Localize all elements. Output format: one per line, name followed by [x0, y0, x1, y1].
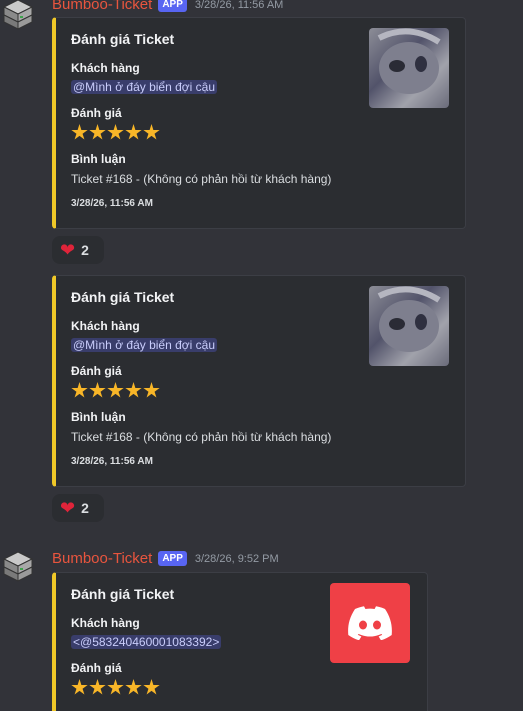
embed-title: Đánh giá Ticket: [71, 31, 175, 47]
heart-icon: ❤: [60, 240, 76, 260]
rating-label: Đánh giá: [71, 661, 122, 675]
avatar[interactable]: [0, 548, 36, 584]
comment-label: Bình luận: [71, 410, 126, 424]
customer-value: @Mình ở đáy biển đợi cậu: [71, 338, 217, 352]
customer-value: <@583240460001083392>: [71, 635, 222, 649]
rating-stars: [71, 124, 160, 141]
star-icon: [71, 382, 88, 398]
app-badge: APP: [158, 551, 187, 566]
star-icon: [71, 124, 88, 140]
star-icon: [143, 679, 160, 695]
message-header: Bumboo-Ticket APP 3/28/26, 9:52 PM: [52, 550, 279, 567]
comment-value: Ticket #168 - (Không có phản hồi từ khác…: [71, 430, 332, 444]
customer-value: @Mình ở đáy biển đợi cậu: [71, 80, 217, 94]
rating-stars: [71, 382, 160, 399]
author-name[interactable]: Bumboo-Ticket: [52, 550, 152, 567]
user-avatar-thumbnail[interactable]: [369, 286, 449, 366]
timestamp: 3/28/26, 9:52 PM: [194, 552, 279, 565]
rating-embed: Đánh giá Ticket Khách hàng @Mình ở đáy b…: [52, 17, 466, 229]
star-icon: [125, 679, 142, 695]
star-icon: [125, 382, 142, 398]
user-avatar-thumbnail[interactable]: [369, 28, 449, 108]
reaction-button[interactable]: ❤ 2: [52, 494, 104, 522]
star-icon: [89, 679, 106, 695]
rating-embed: Đánh giá Ticket Khách hàng <@58324046000…: [52, 572, 428, 711]
user-mention[interactable]: <@583240460001083392>: [71, 635, 222, 649]
discord-logo-thumbnail[interactable]: [330, 583, 410, 663]
rating-stars: [71, 679, 160, 696]
user-mention[interactable]: @Mình ở đáy biển đợi cậu: [71, 80, 217, 94]
star-icon: [107, 382, 124, 398]
rating-embed: Đánh giá Ticket Khách hàng @Mình ở đáy b…: [52, 275, 466, 487]
embed-footer: 3/28/26, 11:56 AM: [71, 198, 153, 209]
heart-icon: ❤: [60, 498, 76, 518]
star-icon: [143, 382, 160, 398]
comment-label: Bình luận: [71, 152, 126, 166]
timestamp: 3/28/26, 11:56 AM: [194, 0, 284, 11]
star-icon: [71, 679, 88, 695]
customer-label: Khách hàng: [71, 61, 140, 75]
rating-label: Đánh giá: [71, 106, 122, 120]
message-header: Bumboo-Ticket APP 3/28/26, 11:56 AM: [52, 0, 283, 13]
star-icon: [125, 124, 142, 140]
star-icon: [143, 124, 160, 140]
embed-footer: 3/28/26, 11:56 AM: [71, 456, 153, 467]
star-icon: [107, 679, 124, 695]
rating-label: Đánh giá: [71, 364, 122, 378]
avatar[interactable]: [0, 0, 36, 32]
embed-title: Đánh giá Ticket: [71, 289, 175, 305]
app-badge: APP: [158, 0, 187, 12]
comment-value: Ticket #168 - (Không có phản hồi từ khác…: [71, 172, 332, 186]
reaction-button[interactable]: ❤ 2: [52, 236, 104, 264]
reaction-count: 2: [81, 242, 89, 258]
star-icon: [107, 124, 124, 140]
customer-label: Khách hàng: [71, 616, 140, 630]
user-mention[interactable]: @Mình ở đáy biển đợi cậu: [71, 338, 217, 352]
star-icon: [89, 124, 106, 140]
customer-label: Khách hàng: [71, 319, 140, 333]
star-icon: [89, 382, 106, 398]
reaction-count: 2: [81, 500, 89, 516]
discord-logo-icon: [348, 606, 392, 640]
author-name[interactable]: Bumboo-Ticket: [52, 0, 152, 13]
embed-title: Đánh giá Ticket: [71, 586, 175, 602]
